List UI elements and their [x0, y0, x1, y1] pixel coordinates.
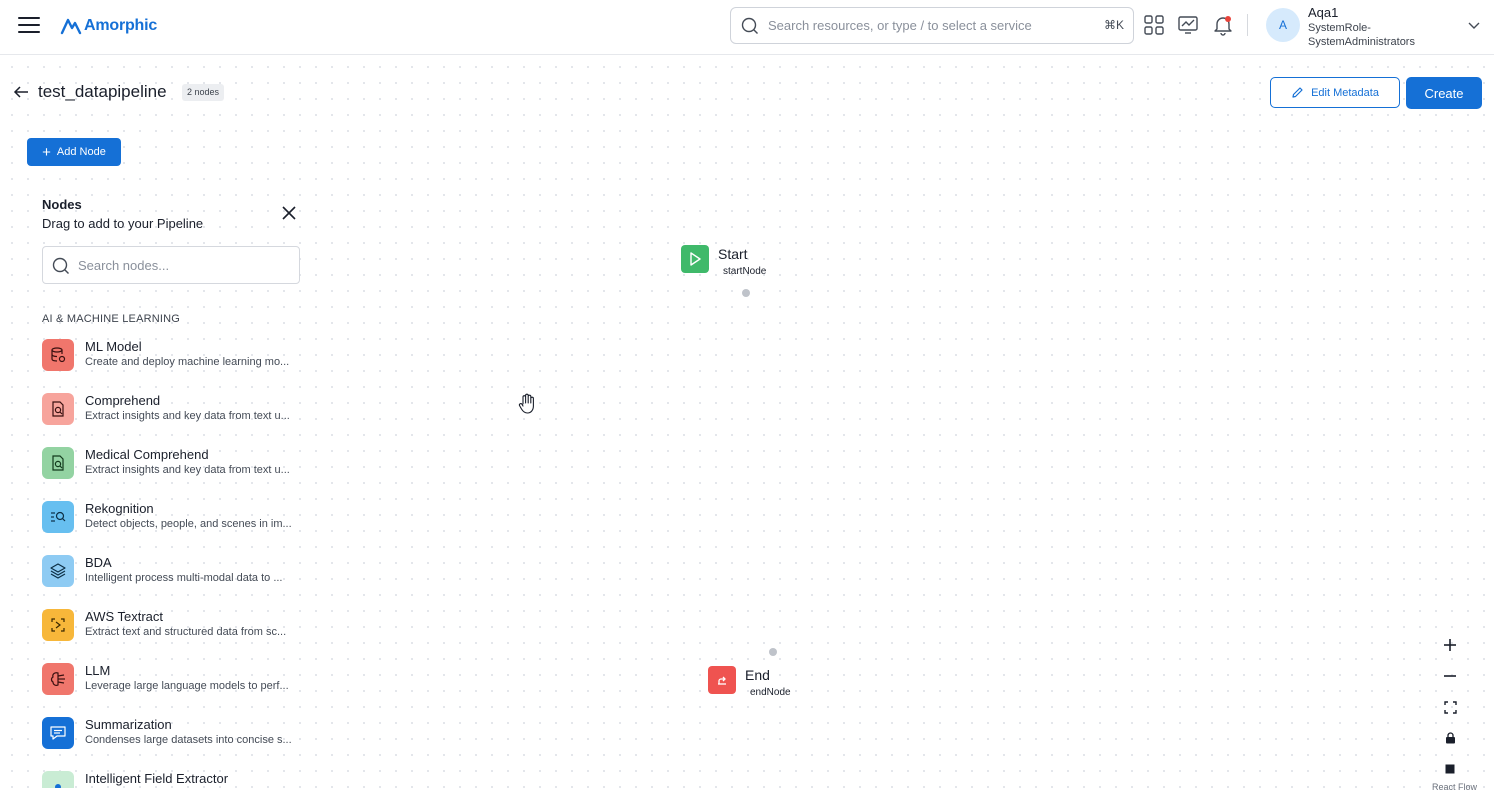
scan-text-icon	[42, 609, 74, 641]
node-name: Summarization	[85, 717, 172, 732]
end-node-label: End	[745, 667, 770, 683]
node-name: ML Model	[85, 339, 142, 354]
layers-icon	[42, 555, 74, 587]
start-node-id: startNode	[723, 266, 767, 277]
user-role: SystemRole-SystemAdministrators	[1308, 22, 1415, 48]
brand-logo[interactable]: Amorphic	[60, 14, 157, 38]
node-name: Comprehend	[85, 393, 161, 408]
search-shortcut: ⌘K	[1103, 18, 1124, 32]
section-heading: AI & MACHINE LEARNING	[42, 313, 181, 325]
database-search-icon	[42, 339, 74, 371]
brand-name: Amorphic	[84, 17, 158, 34]
add-node-label: Add Node	[56, 146, 106, 158]
node-name: BDA	[85, 555, 112, 570]
node-search-placeholder: Search nodes...	[78, 258, 170, 273]
brain-icon	[42, 663, 74, 695]
apps-grid-icon[interactable]	[1143, 14, 1165, 36]
zoom-in-button[interactable]	[1440, 635, 1460, 655]
divider	[1247, 14, 1248, 36]
node-description: Intelligent process multi-modal data to …	[85, 572, 283, 584]
page-title: test_datapipeline	[38, 82, 167, 101]
list-item[interactable]: LLM Leverage large language models to pe…	[42, 663, 307, 717]
stop-button[interactable]	[1440, 759, 1460, 779]
node-description: Extract insights and key data from text …	[85, 464, 290, 476]
list-item[interactable]: Medical Comprehend Extract insights and …	[42, 447, 307, 501]
analytics-monitor-icon[interactable]	[1177, 14, 1199, 36]
hand-cursor-icon	[518, 393, 534, 414]
plus-icon	[1444, 639, 1456, 651]
plus-icon: +	[42, 143, 51, 161]
edit-metadata-button[interactable]: Edit Metadata	[1270, 77, 1400, 108]
end-node-input-handle[interactable]	[769, 648, 777, 656]
minus-icon	[1444, 675, 1456, 677]
global-search-input[interactable]: Search resources, or type / to select a …	[730, 7, 1134, 44]
node-name: Intelligent Field Extractor	[85, 771, 229, 786]
top-navbar: Amorphic Search resources, or type / to …	[0, 0, 1494, 55]
square-icon	[1445, 764, 1455, 774]
list-item[interactable]: AWS Textract Extract text and structured…	[42, 609, 307, 663]
list-item[interactable]: Intelligent Field Extractor	[42, 771, 307, 788]
node-name: Rekognition	[85, 501, 154, 516]
chevron-down-icon[interactable]	[1467, 19, 1481, 33]
node-description: Extract insights and key data from text …	[85, 410, 290, 422]
document-search-icon	[42, 393, 74, 425]
node-name: AWS Textract	[85, 609, 164, 624]
node-description: Create and deploy machine learning mo...	[85, 356, 290, 368]
exit-icon	[708, 666, 736, 694]
node-name: Medical Comprehend	[85, 447, 209, 462]
document-search-icon	[42, 447, 74, 479]
panel-subtitle: Drag to add to your Pipeline	[42, 216, 204, 231]
field-extract-icon	[42, 771, 74, 788]
list-item[interactable]: Summarization Condenses large datasets i…	[42, 717, 307, 771]
create-button[interactable]: Create	[1406, 77, 1482, 109]
search-icon	[52, 257, 69, 274]
menu-icon[interactable]	[18, 17, 40, 35]
start-node-output-handle[interactable]	[742, 289, 750, 297]
lock-icon	[1445, 732, 1455, 744]
fit-view-icon	[1443, 700, 1457, 714]
add-node-button[interactable]: + Add Node	[27, 138, 121, 166]
node-list: ML Model Create and deploy machine learn…	[42, 339, 307, 788]
react-flow-attribution[interactable]: React Flow	[1432, 782, 1477, 792]
node-palette-panel: Nodes Drag to add to your Pipeline Searc…	[27, 188, 312, 788]
edit-metadata-label: Edit Metadata	[1311, 86, 1379, 99]
fit-view-button[interactable]	[1440, 697, 1460, 717]
close-icon[interactable]	[282, 206, 296, 220]
list-item[interactable]: Rekognition Detect objects, people, and …	[42, 501, 307, 555]
search-placeholder: Search resources, or type / to select a …	[768, 18, 1032, 33]
node-count-badge: 2 nodes	[182, 84, 225, 101]
play-icon	[681, 245, 709, 273]
notification-badge	[1225, 16, 1231, 22]
back-arrow-icon[interactable]	[12, 84, 30, 100]
list-item[interactable]: ML Model Create and deploy machine learn…	[42, 339, 307, 393]
avatar[interactable]: A	[1266, 8, 1300, 42]
zoom-out-button[interactable]	[1440, 666, 1460, 686]
node-description: Leverage large language models to perf..…	[85, 680, 289, 692]
node-search-input[interactable]: Search nodes...	[42, 246, 300, 284]
search-icon	[741, 17, 758, 34]
node-description: Detect objects, people, and scenes in im…	[85, 518, 292, 530]
list-item[interactable]: Comprehend Extract insights and key data…	[42, 393, 307, 447]
end-node-id: endNode	[750, 687, 791, 698]
chat-summary-icon	[42, 717, 74, 749]
pencil-icon	[1292, 87, 1303, 98]
node-name: LLM	[85, 663, 111, 678]
node-description: Extract text and structured data from sc…	[85, 626, 287, 638]
user-name: Aqa1	[1308, 5, 1339, 20]
lock-button[interactable]	[1440, 728, 1460, 748]
list-search-icon	[42, 501, 74, 533]
amorphic-logo-icon	[60, 18, 82, 35]
node-description: Condenses large datasets into concise s.…	[85, 734, 292, 746]
start-node-label: Start	[718, 246, 748, 262]
list-item[interactable]: BDA Intelligent process multi-modal data…	[42, 555, 307, 609]
panel-title: Nodes	[42, 197, 82, 212]
